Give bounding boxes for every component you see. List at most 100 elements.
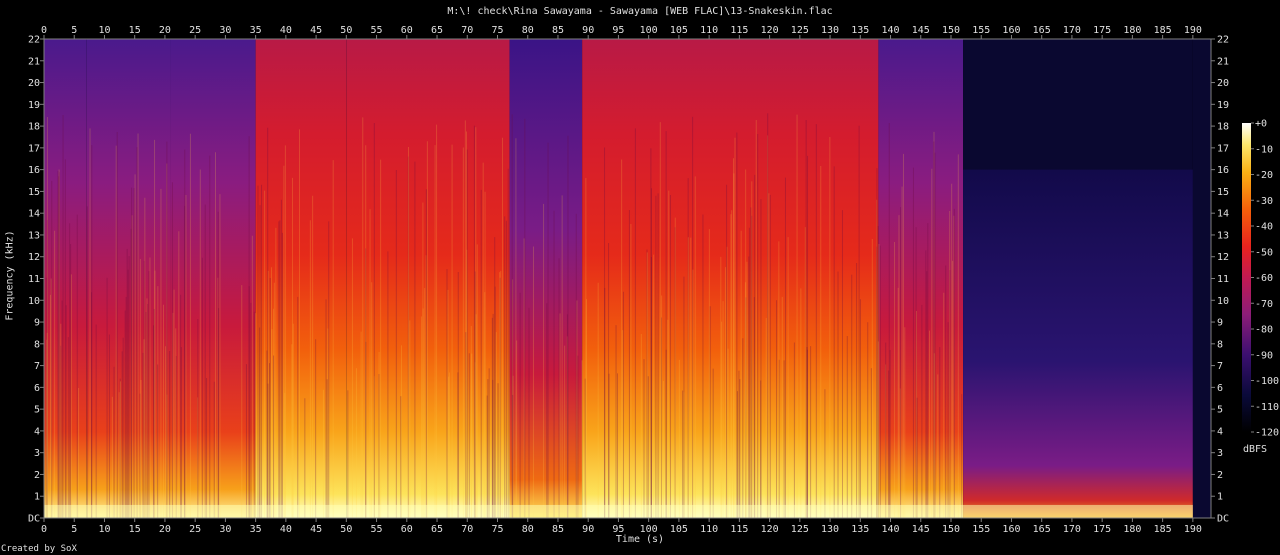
footer-credit: Created by SoX bbox=[1, 544, 77, 554]
y-tick-label: 21 bbox=[28, 56, 40, 67]
y-tick-label: 9 bbox=[34, 318, 40, 329]
colorbar-tick-label: -70 bbox=[1255, 299, 1273, 310]
colorbar-tick-label: -50 bbox=[1255, 247, 1273, 258]
x-tick-label-top: 150 bbox=[942, 25, 960, 36]
x-tick-label-top: 100 bbox=[640, 25, 658, 36]
y-tick-label: 10 bbox=[28, 296, 40, 307]
x-tick-label-top: 190 bbox=[1184, 25, 1202, 36]
x-axis-label: Time (s) bbox=[615, 534, 665, 545]
y-tick-label-right: 16 bbox=[1217, 165, 1229, 176]
x-tick-label-top: 170 bbox=[1063, 25, 1081, 36]
x-tick-label-top: 120 bbox=[761, 25, 779, 36]
y-tick-label: 19 bbox=[28, 100, 40, 111]
y-tick-label-right: 21 bbox=[1217, 56, 1229, 67]
chart-title: M:\! check\Rina Sawayama - Sawayama [WEB… bbox=[447, 6, 833, 17]
x-tick-label-top: 125 bbox=[791, 25, 809, 36]
y-tick-label-right: 20 bbox=[1217, 78, 1229, 89]
y-tick-label: 4 bbox=[34, 426, 40, 437]
x-tick-label-top: 70 bbox=[461, 25, 473, 36]
x-tick-label-top: 180 bbox=[1123, 25, 1141, 36]
x-tick-label-top: 60 bbox=[401, 25, 413, 36]
x-tick-label-top: 155 bbox=[972, 25, 990, 36]
y-tick-label-right: 1 bbox=[1217, 492, 1223, 503]
x-tick-label-top: 20 bbox=[159, 25, 171, 36]
y-tick-label-right: 15 bbox=[1217, 187, 1229, 198]
y-tick-label-right: 14 bbox=[1217, 209, 1229, 220]
colorbar-tick-label: -60 bbox=[1255, 273, 1273, 284]
x-tick-label-top: 115 bbox=[730, 25, 748, 36]
y-tick-label: 2 bbox=[34, 470, 40, 481]
y-tick-label-right: 12 bbox=[1217, 252, 1229, 263]
colorbar-tick-label: -110 bbox=[1255, 402, 1279, 413]
colorbar-unit-label: dBFS bbox=[1243, 444, 1268, 455]
y-tick-label: 22 bbox=[28, 35, 40, 46]
x-tick-label-top: 25 bbox=[189, 25, 201, 36]
x-tick-label-top: 50 bbox=[340, 25, 352, 36]
y-tick-label: 14 bbox=[28, 209, 40, 220]
y-tick-label: 11 bbox=[28, 274, 40, 285]
y-tick-label-right: 3 bbox=[1217, 448, 1223, 459]
x-tick-label-top: 55 bbox=[371, 25, 383, 36]
y-tick-label: 17 bbox=[28, 143, 40, 154]
x-tick-label-top: 160 bbox=[1002, 25, 1020, 36]
colorbar-tick-label: -120 bbox=[1255, 428, 1279, 439]
y-tick-label: 6 bbox=[34, 383, 40, 394]
y-tick-label-right: 7 bbox=[1217, 361, 1223, 372]
y-tick-label-right: 11 bbox=[1217, 274, 1229, 285]
y-tick-label: 16 bbox=[28, 165, 40, 176]
y-tick-label: 8 bbox=[34, 339, 40, 350]
x-tick-label-top: 80 bbox=[522, 25, 534, 36]
y-tick-label-right: 19 bbox=[1217, 100, 1229, 111]
x-tick-label-top: 95 bbox=[612, 25, 624, 36]
colorbar-tick-label: -80 bbox=[1255, 325, 1273, 336]
section-background-9 bbox=[1192, 39, 1211, 518]
y-tick-label-right: 13 bbox=[1217, 230, 1229, 241]
x-tick-label-top: 130 bbox=[821, 25, 839, 36]
x-tick-label-top: 45 bbox=[310, 25, 322, 36]
y-tick-label: DC bbox=[28, 514, 40, 525]
x-tick-label-top: 175 bbox=[1093, 25, 1111, 36]
x-tick-label-top: 15 bbox=[129, 25, 141, 36]
spectrogram-chart: 0055101015152020252530303535404045455050… bbox=[28, 25, 1279, 535]
x-tick-label-top: 140 bbox=[881, 25, 899, 36]
y-tick-label-right: 22 bbox=[1217, 35, 1229, 46]
y-tick-label-right: 17 bbox=[1217, 143, 1229, 154]
y-tick-label-right: 9 bbox=[1217, 318, 1223, 329]
y-tick-label: 1 bbox=[34, 492, 40, 503]
colorbar-tick-label: -30 bbox=[1255, 196, 1273, 207]
colorbar-tick-label: -10 bbox=[1255, 144, 1273, 155]
y-tick-label-right: 10 bbox=[1217, 296, 1229, 307]
x-tick-label-top: 30 bbox=[219, 25, 231, 36]
colorbar-tick-label: +0 bbox=[1255, 119, 1267, 130]
y-tick-label-right: 2 bbox=[1217, 470, 1223, 481]
section-7 bbox=[878, 39, 964, 518]
x-tick-label-top: 110 bbox=[700, 25, 718, 36]
low-frequency-band bbox=[44, 504, 1193, 518]
y-tick-label: 7 bbox=[34, 361, 40, 372]
x-tick-label-top: 185 bbox=[1154, 25, 1172, 36]
y-tick-label: 20 bbox=[28, 78, 40, 89]
x-tick-label-top: 0 bbox=[41, 25, 47, 36]
x-tick-label-top: 165 bbox=[1033, 25, 1051, 36]
y-tick-label-right: 4 bbox=[1217, 426, 1223, 437]
x-tick-label-top: 75 bbox=[491, 25, 503, 36]
colorbar bbox=[1242, 123, 1251, 432]
y-tick-label: 15 bbox=[28, 187, 40, 198]
colorbar-tick-label: -40 bbox=[1255, 222, 1273, 233]
x-tick-label-top: 35 bbox=[250, 25, 262, 36]
y-tick-label: 18 bbox=[28, 122, 40, 133]
x-tick-label-top: 10 bbox=[98, 25, 110, 36]
x-tick-label-top: 65 bbox=[431, 25, 443, 36]
section-2 bbox=[170, 39, 256, 518]
y-tick-label-right: 18 bbox=[1217, 122, 1229, 133]
y-tick-label-right: 6 bbox=[1217, 383, 1223, 394]
y-tick-label-right: 5 bbox=[1217, 405, 1223, 416]
y-tick-label-right: 8 bbox=[1217, 339, 1223, 350]
x-tick-label-top: 5 bbox=[71, 25, 77, 36]
colorbar-tick-label: -100 bbox=[1255, 376, 1279, 387]
colorbar-tick-label: -90 bbox=[1255, 350, 1273, 361]
y-tick-label-right: DC bbox=[1217, 514, 1229, 525]
y-axis-label: Frequency (kHz) bbox=[4, 230, 16, 321]
y-tick-label: 13 bbox=[28, 230, 40, 241]
x-tick-label-top: 105 bbox=[670, 25, 688, 36]
